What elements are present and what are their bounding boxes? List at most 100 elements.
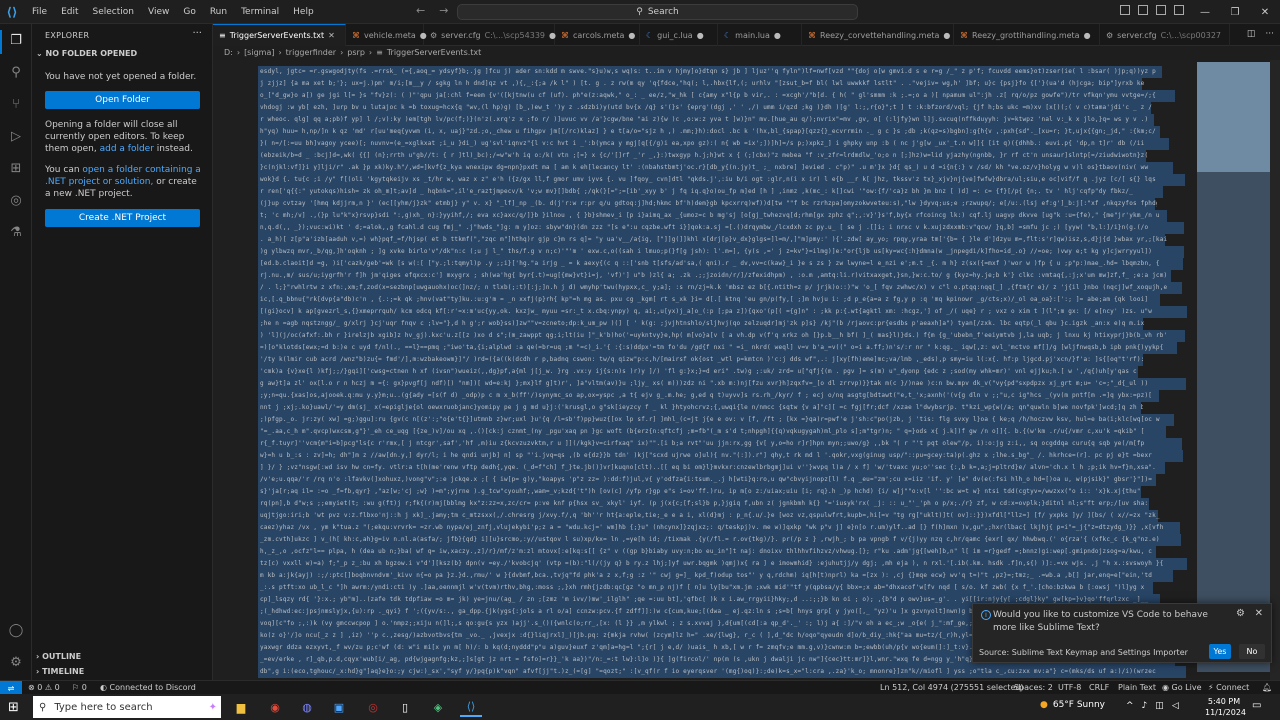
network-icon[interactable]: ◫ [1155,701,1164,711]
menu-help[interactable]: Help [287,5,320,19]
toggle-sidebar-icon[interactable] [1120,5,1130,15]
file-explorer-icon[interactable]: ▆ [230,697,252,717]
plug-icon: ⚡ [1208,683,1214,692]
outline-section[interactable]: › OUTLINE [36,652,81,661]
code-line: [(gi}ocv] k ap[gvezrl_s,{}xmeprrquh/ kcm… [260,308,1153,315]
add-folder-link[interactable]: add a folder [100,144,154,154]
menu-file[interactable]: File [26,5,53,19]
breadcrumb-item[interactable]: TriggerServerEvents.txt [387,48,481,57]
extensions-icon[interactable]: ⊞ [6,158,26,178]
problems-count[interactable]: ⊗ 0 ⚠ 0 [28,683,60,692]
split-editor-icon[interactable]: ◫ [1247,29,1256,39]
weather-widget[interactable]: ● 65°F Sunny [1040,700,1105,710]
notification-center-icon[interactable]: ▭ [1252,700,1261,711]
toggle-secondary-sidebar-icon[interactable] [1156,5,1166,15]
app-icon[interactable]: ▣ [328,697,350,717]
chrome-icon[interactable]: ◉ [264,697,286,717]
discord-icon[interactable]: ◍ [296,697,318,717]
microphone-icon[interactable]: ♪ [1142,701,1148,711]
breadcrumb-item[interactable]: triggerfinder [286,48,336,57]
source-control-icon[interactable]: ⑂ [6,94,26,114]
vscode-taskbar-icon[interactable]: ⟨⟩ [460,697,482,717]
breadcrumb-item[interactable]: D: [224,48,233,57]
gear-icon[interactable]: ⚙ [1236,608,1245,619]
files-icon[interactable]: ❐ [6,30,26,50]
tab-main-lua[interactable]: ☾ main.lua ● [718,24,802,46]
dirty-dot-icon: ● [943,30,951,40]
clock[interactable]: 5:40 PM 11/1/2024 [1205,696,1246,718]
no-folder-section[interactable]: ⌄ NO FOLDER OPENED [36,49,137,58]
notepad-icon[interactable]: ▯ [394,697,416,717]
menu-terminal[interactable]: Terminal [235,5,285,19]
command-center-search[interactable]: ⚲ Search [457,4,858,20]
lua-file-icon: ☾ [646,30,654,40]
more-actions-icon[interactable]: ··· [192,28,202,39]
remote-explorer-icon[interactable]: ◎ [6,190,26,210]
run-debug-icon[interactable]: ▷ [6,126,26,146]
menu-run[interactable]: Run [204,5,233,19]
tab-gui-c-lua[interactable]: ☾ gui_c.lua ● [640,24,718,46]
indentation[interactable]: Spaces: 2 [1014,683,1053,692]
testing-icon[interactable]: ⚗ [6,222,26,242]
tab-triggerserverevents[interactable]: ≡ TriggerServerEvents.txt ✕ [213,24,346,46]
menu-edit[interactable]: Edit [55,5,84,19]
account-icon[interactable]: ◯ [6,620,26,640]
bell-icon[interactable]: 🔔︎ [1262,683,1272,692]
minimap[interactable] [1197,62,1277,672]
create-net-project-button[interactable]: Create .NET Project [45,209,200,227]
chevron-up-icon[interactable]: ^ [1126,701,1134,711]
close-icon[interactable]: ✕ [1255,608,1263,619]
close-icon[interactable]: ✕ [328,31,335,40]
ports-count[interactable]: ⚐ 0 [72,683,87,692]
tab-vehicle-meta[interactable]: ⌘ vehicle.meta ● [346,24,427,46]
timeline-section[interactable]: › TIMELINE [36,667,84,676]
forward-arrow-icon[interactable]: → [439,4,448,17]
code-line: ;he n =agb nqstzngg/_ g/xlrj }cj'uqr fnq… [260,320,1145,327]
tab-server-cfg-1[interactable]: ⚙ server.cfg C:\...\scp54339 ● [424,24,556,46]
app-icon[interactable]: ◈ [427,697,449,717]
volume-icon[interactable]: ◁ [1172,701,1179,711]
go-live[interactable]: ◉ Go Live [1162,683,1202,692]
gear-icon[interactable]: ⚙ [6,652,26,672]
breadcrumb: D: › [sigma] › triggerfinder › psrp › ≡ Trig… [224,48,482,57]
customize-layout-icon[interactable] [1174,5,1184,15]
code-line: ;y;n=qu.{xas]os,ajooek.q:mu y.y}m;u..(g{… [260,392,1153,399]
remote-indicator-icon[interactable]: ⇌ [0,681,22,695]
search-icon[interactable]: ⚲ [6,62,26,82]
code-line: r ren['q{{:" yutokqs)hish= zk oh_m]t;av]… [260,188,1134,195]
notification-source: Source: Sublime Text Keymap and Settings… [979,648,1188,657]
no-button[interactable]: No [1239,644,1265,659]
breadcrumb-item[interactable]: psrp [347,48,365,57]
tab-carcols-meta[interactable]: ⌘ carcols.meta ● [555,24,640,46]
back-arrow-icon[interactable]: ← [416,4,425,17]
vertical-scrollbar[interactable] [1270,60,1280,680]
tab-server-cfg-2[interactable]: ⚙ server.cfg C:\...\scp00327 [1100,24,1230,46]
breadcrumb-item[interactable]: [sigma] [244,48,274,57]
open-folder-button[interactable]: Open Folder [45,91,200,109]
taskbar-search[interactable]: ⚲ Type here to search ✦ [33,696,221,718]
toggle-panel-icon[interactable] [1138,5,1148,15]
encoding[interactable]: UTF-8 [1058,683,1081,692]
code-line: r{_f.tuyr]''vcm{m"i=b]pcg"ls{c r'rmx,[ j… [260,440,1145,447]
recorder-icon[interactable]: ◎ [362,697,384,717]
restore-icon[interactable]: ❐ [1220,0,1250,24]
more-actions-icon[interactable]: ··· [1265,29,1274,39]
dotnet-info: You can open a folder containing a .NET … [45,165,201,199]
tab-reezy-corvette[interactable]: ⌘ Reezy_corvettehandling.meta ● [802,24,954,46]
windows-start-icon[interactable]: ⊞ [8,700,19,715]
tab-reezy-grotti[interactable]: ⌘ Reezy_grottihandling.meta ● [954,24,1100,46]
editor-area[interactable]: esdyl, jgtc= =r.gswgodjty(fs .=rrsk_ (={… [213,60,1280,680]
cursor-position[interactable]: Ln 512, Col 4974 (275551 selected) [880,683,1024,692]
close-icon[interactable]: ✕ [1250,0,1280,24]
minimize-icon[interactable]: — [1190,0,1220,24]
discord-status[interactable]: ◐ Connected to Discord [100,683,196,692]
yes-button[interactable]: Yes [1209,644,1231,659]
line-ending[interactable]: CRLF [1089,683,1109,692]
language-mode[interactable]: Plain Text [1118,683,1156,692]
menu-view[interactable]: View [142,5,175,19]
menu-selection[interactable]: Selection [87,5,140,19]
menu-go[interactable]: Go [177,5,201,19]
chevron-down-icon: ⌄ [36,49,43,58]
minimap-slider[interactable] [1197,62,1277,172]
connect[interactable]: ⚡ Connect [1208,683,1249,692]
